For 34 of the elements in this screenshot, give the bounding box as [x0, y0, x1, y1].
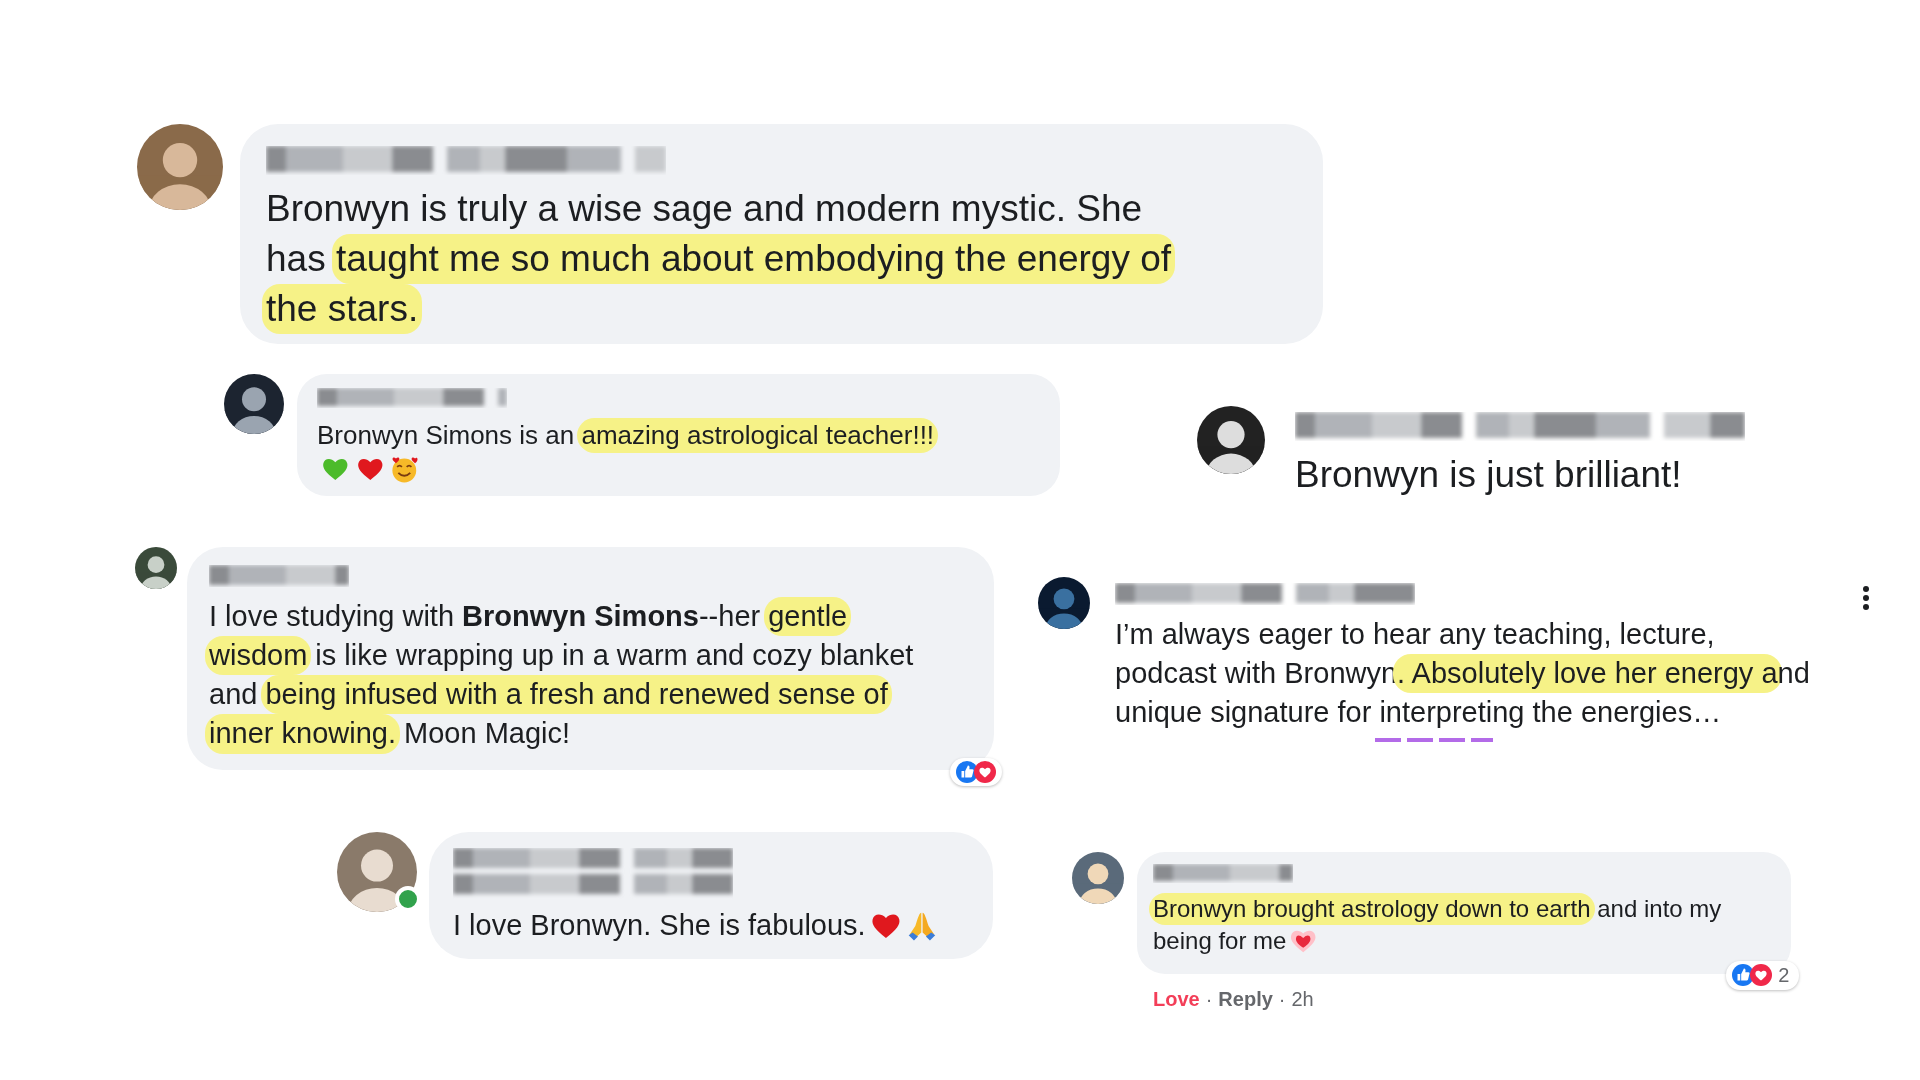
comment-text: I love studying with Bronwyn Simons--her	[209, 599, 762, 634]
highlighted-text: wisdom	[205, 636, 312, 676]
reaction-summary[interactable]	[950, 757, 1002, 786]
comment-text: Bronwyn is just brilliant!	[1295, 453, 1682, 497]
comment-text: unique signature for interpreting the energies…	[1115, 695, 1722, 731]
highlighted-text: the stars.	[262, 283, 423, 334]
love-icon	[1750, 964, 1773, 987]
more-icon[interactable]	[1861, 585, 1870, 611]
timestamp: 2h	[1291, 987, 1314, 1011]
highlighted-text: amazing astrological teacher!!!	[577, 418, 939, 454]
comment-text: I’m always eager to hear any teaching, lecture,	[1115, 617, 1715, 652]
comment-text: Bronwyn is truly a wise sage and modern mystic. She	[266, 187, 1143, 231]
comment-text: I love Bronwyn. She is fabulous.	[453, 908, 866, 943]
comment-text: and into my	[1596, 894, 1722, 924]
highlighted-text: inner knowing.	[205, 714, 400, 754]
reaction-summary[interactable]: 2	[1726, 960, 1800, 990]
love-icon	[974, 760, 996, 783]
smiling-face-icon	[390, 455, 419, 484]
highlighted-text: Bronwyn brought astrology down to earth	[1149, 893, 1595, 926]
comment-text: is like wrapping up in a warm and cozy blanket	[314, 638, 914, 674]
comment-text: Moon Magic!	[403, 716, 571, 752]
comment-text: and	[209, 677, 259, 713]
comment-text: Bronwyn Simons is an	[317, 419, 576, 452]
highlighted-text: taught me so much about embodying the energy of	[331, 233, 1176, 284]
comment-text: being for me	[1153, 926, 1287, 957]
reaction-count: 2	[1778, 963, 1790, 987]
heart-icon	[1290, 928, 1317, 955]
highlighted-text: gentle	[764, 597, 852, 637]
separator: ·	[1205, 987, 1213, 1011]
comment-text: has	[266, 236, 327, 281]
action-link[interactable]: Love	[1153, 987, 1200, 1011]
separator: ·	[1278, 987, 1286, 1011]
action-link[interactable]: Reply	[1218, 987, 1273, 1011]
highlighted-text: being infused with a fresh and renewed sense of	[261, 675, 892, 715]
